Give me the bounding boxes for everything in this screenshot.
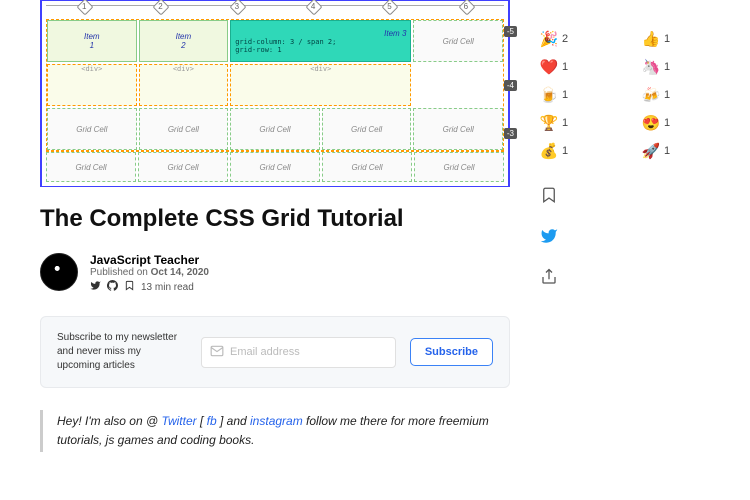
reaction-icon: 🍺 [540,86,558,104]
twitter-link[interactable]: Twitter [162,414,197,428]
author-name[interactable]: JavaScript Teacher [90,253,209,267]
newsletter-text: Subscribe to my newsletter and never mis… [57,331,187,373]
subscribe-button[interactable]: Subscribe [410,338,493,366]
read-time: 13 min read [141,282,194,293]
reaction-item[interactable]: 👍1 [642,30,720,48]
github-icon[interactable] [107,280,118,294]
grid-cell: Grid Cell [322,152,412,182]
grid-cell: Grid Cell [230,152,320,182]
tweet-button[interactable] [540,227,558,250]
reactions-grid: 🎉2👍1❤️1🦄1🍺1🍻1🏆1😍1💰1🚀1 [540,30,720,160]
reaction-icon: 😍 [642,114,660,132]
fb-link[interactable]: fb [207,414,217,428]
grid-item-3: Item 3grid-column: 3 / span 2;grid-row: … [230,20,411,62]
reaction-count: 1 [664,33,670,45]
publish-date: Published on Oct 14, 2020 [90,267,209,278]
reaction-item[interactable]: 🍺1 [540,86,618,104]
instagram-link[interactable]: instagram [250,414,303,428]
reaction-icon: 🦄 [642,58,660,76]
reaction-icon: 🏆 [540,114,558,132]
article-title: The Complete CSS Grid Tutorial [40,205,510,233]
grid-cell: Grid Cell [47,108,137,150]
share-button[interactable] [540,268,558,291]
div-cell: <div> [47,64,137,106]
bookmark-button[interactable] [540,186,558,209]
reaction-count: 1 [562,145,568,157]
div-cell: <div> [139,64,229,106]
reaction-item[interactable]: 🚀1 [642,142,720,160]
reaction-count: 1 [664,89,670,101]
reaction-item[interactable]: 💰1 [540,142,618,160]
grid-cell: Grid Cell [138,152,228,182]
author-block: JavaScript Teacher Published on Oct 14, … [40,253,510,294]
grid-cell: Grid Cell [413,108,503,150]
hero-grid-illustration: 123456 Item1 Item2 Item 3grid-column: 3 … [40,0,510,187]
reaction-count: 1 [664,117,670,129]
mail-icon [210,344,224,361]
reaction-item[interactable]: 🏆1 [540,114,618,132]
reaction-icon: 👍 [642,30,660,48]
grid-cell: Grid Cell [413,20,503,62]
grid-cell: Grid Cell [414,152,504,182]
reaction-icon: 🚀 [642,142,660,160]
grid-cell: Grid Cell [139,108,229,150]
newsletter-box: Subscribe to my newsletter and never mis… [40,316,510,388]
reaction-item[interactable]: ❤️ 1 [540,58,618,76]
reaction-item[interactable]: 🎉2 [540,30,618,48]
reaction-item[interactable]: 😍1 [642,114,720,132]
reaction-item[interactable]: 🦄1 [642,58,720,76]
reaction-icon: 🎉 [540,30,558,48]
email-input[interactable] [230,346,387,358]
twitter-icon[interactable] [90,280,101,294]
intro-callout: Hey! I'm also on @ Twitter [ fb ] and in… [40,410,510,452]
reaction-count: 2 [562,33,568,45]
grid-column-headers: 123456 [46,5,504,19]
row-marker: -3 [504,128,517,139]
grid-item-2: Item2 [139,20,229,62]
reaction-count: 1 [562,117,568,129]
grid-item-1: Item1 [47,20,137,62]
reaction-count: 1 [664,61,670,73]
bookmark-icon [124,280,135,294]
reaction-count: 1 [562,61,568,73]
reaction-item[interactable]: 🍻1 [642,86,720,104]
reaction-count: 1 [562,89,568,101]
reaction-icon: 🍻 [642,86,660,104]
row-marker: -4 [504,80,517,91]
reaction-icon: ❤️ [540,58,558,76]
avatar[interactable] [40,253,78,291]
grid-cell: Grid Cell [46,152,136,182]
reaction-count: 1 [664,145,670,157]
grid-cell: Grid Cell [322,108,412,150]
row-marker: -5 [504,26,517,37]
grid-cell: Grid Cell [230,108,320,150]
div-cell: <div> [230,64,411,106]
reaction-icon: 💰 [540,142,558,160]
